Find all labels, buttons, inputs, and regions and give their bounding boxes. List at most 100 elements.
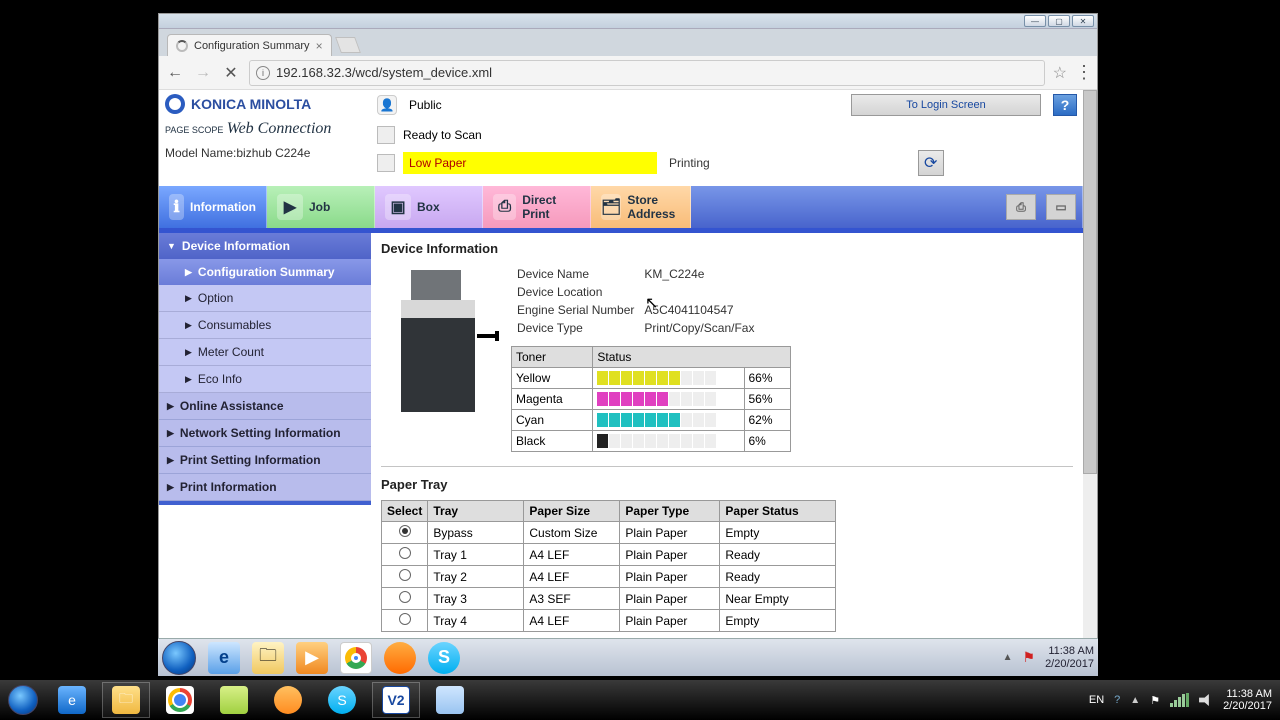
remote-window: — ▢ ✕ Configuration Summary × ← → ✕ i 19… (158, 13, 1098, 639)
sidebar-online-assistance[interactable]: ▶Online Assistance (159, 393, 371, 420)
job-icon: ▶ (277, 194, 303, 220)
window-minimize-button[interactable]: — (1024, 15, 1046, 27)
pagescope-label: PAGE SCOPE (165, 125, 223, 135)
tray-select-radio[interactable] (399, 591, 411, 603)
taskbar-skype-icon[interactable]: S (428, 642, 460, 674)
tray-select-radio[interactable] (399, 613, 411, 625)
tab-store-address[interactable]: 🗂Store Address (591, 186, 691, 228)
window-titlebar: — ▢ ✕ (159, 14, 1097, 29)
taskbar-explorer-icon[interactable]: 🗀 (252, 642, 284, 674)
sidebar-eco-info[interactable]: ▶Eco Info (159, 366, 371, 393)
taskbar-firefox-icon[interactable] (384, 642, 416, 674)
tray-row: Tray 2A4 LEFPlain PaperReady (382, 566, 836, 588)
new-tab-button[interactable] (335, 37, 361, 53)
host-start-button[interactable] (0, 680, 46, 720)
scrollbar-thumb[interactable] (1083, 90, 1097, 474)
tray-select-radio[interactable] (399, 525, 411, 537)
taskbar-ie-icon[interactable]: e (208, 642, 240, 674)
forward-button[interactable]: → (193, 63, 213, 83)
tab-strip: Configuration Summary × (159, 29, 1097, 56)
host-skype-icon[interactable]: S (318, 682, 366, 718)
sidebar-option[interactable]: ▶Option (159, 285, 371, 312)
toner-row: Black6% (512, 431, 791, 452)
tray-row: Tray 3A3 SEFPlain PaperNear Empty (382, 588, 836, 610)
tab-direct-print[interactable]: ⎙Direct Print (483, 186, 591, 228)
browser-menu-button[interactable]: ⋮ (1075, 62, 1091, 83)
tab-information[interactable]: ℹInformation (159, 186, 267, 228)
device-info-heading: Device Information (381, 241, 1073, 256)
panel-view-button[interactable]: ▭ (1046, 194, 1076, 220)
sidebar-network-setting-information[interactable]: ▶Network Setting Information (159, 420, 371, 447)
warning-banner: Low Paper (403, 152, 657, 174)
host-chrome-icon[interactable] (156, 682, 204, 718)
back-button[interactable]: ← (165, 63, 185, 83)
help-button[interactable]: ? (1053, 94, 1077, 116)
host-volume-icon[interactable] (1199, 694, 1213, 706)
tray-select-radio[interactable] (399, 569, 411, 581)
refresh-button[interactable]: ⟳ (918, 150, 944, 176)
page-content: KONICA MINOLTA PAGE SCOPE Web Connection… (159, 90, 1083, 638)
toner-table: TonerStatus Yellow66%Magenta56%Cyan62%Bl… (511, 346, 791, 452)
tab-job[interactable]: ▶Job (267, 186, 375, 228)
to-login-button[interactable]: To Login Screen (851, 94, 1041, 116)
host-taskbar: e 🗀 S V2 EN ? ▲ ⚑ 11:38 AM 2/20/2017 (0, 680, 1280, 720)
remote-taskbar: e 🗀 ▶ S ▲ ⚑ 11:38 AM 2/20/2017 (158, 638, 1098, 676)
browser-tab[interactable]: Configuration Summary × (167, 34, 332, 56)
paper-tray-heading: Paper Tray (381, 477, 1073, 492)
device-fields: Device NameKM_C224e Device Location Engi… (511, 264, 760, 338)
host-network-icon[interactable] (1170, 693, 1189, 707)
tray-alert-icon[interactable]: ⚑ (1023, 649, 1036, 666)
window-close-button[interactable]: ✕ (1072, 15, 1094, 27)
sidebar: ▼Device Information ▶Configuration Summa… (159, 233, 371, 638)
tray-row: BypassCustom SizePlain PaperEmpty (382, 522, 836, 544)
user-mode: Public (409, 98, 442, 112)
main-tabs: ℹInformation ▶Job ▣Box ⎙Direct Print 🗂St… (159, 186, 1083, 228)
brand-logo-icon (165, 94, 185, 114)
host-notepad-icon[interactable] (426, 682, 474, 718)
brand-name: KONICA MINOLTA (191, 96, 311, 112)
host-ie-icon[interactable]: e (48, 682, 96, 718)
site-info-icon[interactable]: i (256, 66, 270, 80)
host-tray-expand-icon[interactable]: ▲ (1130, 695, 1140, 706)
address-bar[interactable]: i 192.168.32.3/wcd/system_device.xml (249, 60, 1045, 86)
sidebar-print-setting-information[interactable]: ▶Print Setting Information (159, 447, 371, 474)
sidebar-meter-count[interactable]: ▶Meter Count (159, 339, 371, 366)
vertical-scrollbar[interactable] (1083, 90, 1097, 638)
host-explorer-icon[interactable]: 🗀 (102, 682, 150, 718)
host-flag-icon[interactable]: ⚑ (1150, 694, 1160, 707)
tray-row: Tray 4A4 LEFPlain PaperEmpty (382, 610, 836, 632)
tab-box[interactable]: ▣Box (375, 186, 483, 228)
bookmark-star-icon[interactable]: ☆ (1053, 63, 1067, 83)
tab-close-icon[interactable]: × (316, 39, 323, 53)
taskbar-chrome-icon[interactable] (340, 642, 372, 674)
taskbar-media-icon[interactable]: ▶ (296, 642, 328, 674)
scanner-icon (377, 126, 395, 144)
host-vnc-icon[interactable]: V2 (372, 682, 420, 718)
tray-expand-icon[interactable]: ▲ (1003, 652, 1013, 663)
model-value: bizhub C224e (236, 146, 310, 160)
main-content: Device Information Device NameKM_C224e D… (371, 233, 1083, 638)
sidebar-print-information[interactable]: ▶Print Information (159, 474, 371, 501)
user-icon: 👤 (377, 95, 397, 115)
stop-button[interactable]: ✕ (221, 63, 241, 83)
sidebar-consumables[interactable]: ▶Consumables (159, 312, 371, 339)
window-maximize-button[interactable]: ▢ (1048, 15, 1070, 27)
host-clock[interactable]: 11:38 AM 2/20/2017 (1223, 688, 1272, 712)
printing-status: Printing (669, 156, 710, 170)
paper-tray-table: Select Tray Paper Size Paper Type Paper … (381, 500, 836, 632)
chrome-browser: Configuration Summary × ← → ✕ i 192.168.… (159, 29, 1097, 638)
host-app-icon[interactable] (264, 682, 312, 718)
device-view-button[interactable]: ⎙ (1006, 194, 1036, 220)
remote-start-button[interactable] (162, 641, 196, 675)
host-help-icon[interactable]: ? (1114, 694, 1120, 706)
tab-title: Configuration Summary (194, 40, 310, 52)
host-notes-icon[interactable] (210, 682, 258, 718)
remote-clock[interactable]: 11:38 AM 2/20/2017 (1045, 645, 1094, 669)
sidebar-device-information[interactable]: ▼Device Information (159, 233, 371, 259)
web-connection-label: Web Connection (227, 120, 332, 137)
tray-select-radio[interactable] (399, 547, 411, 559)
toolbar: ← → ✕ i 192.168.32.3/wcd/system_device.x… (159, 56, 1097, 90)
sidebar-configuration-summary[interactable]: ▶Configuration Summary (159, 259, 371, 285)
info-icon: ℹ (169, 194, 184, 220)
host-lang-indicator[interactable]: EN (1089, 694, 1104, 706)
